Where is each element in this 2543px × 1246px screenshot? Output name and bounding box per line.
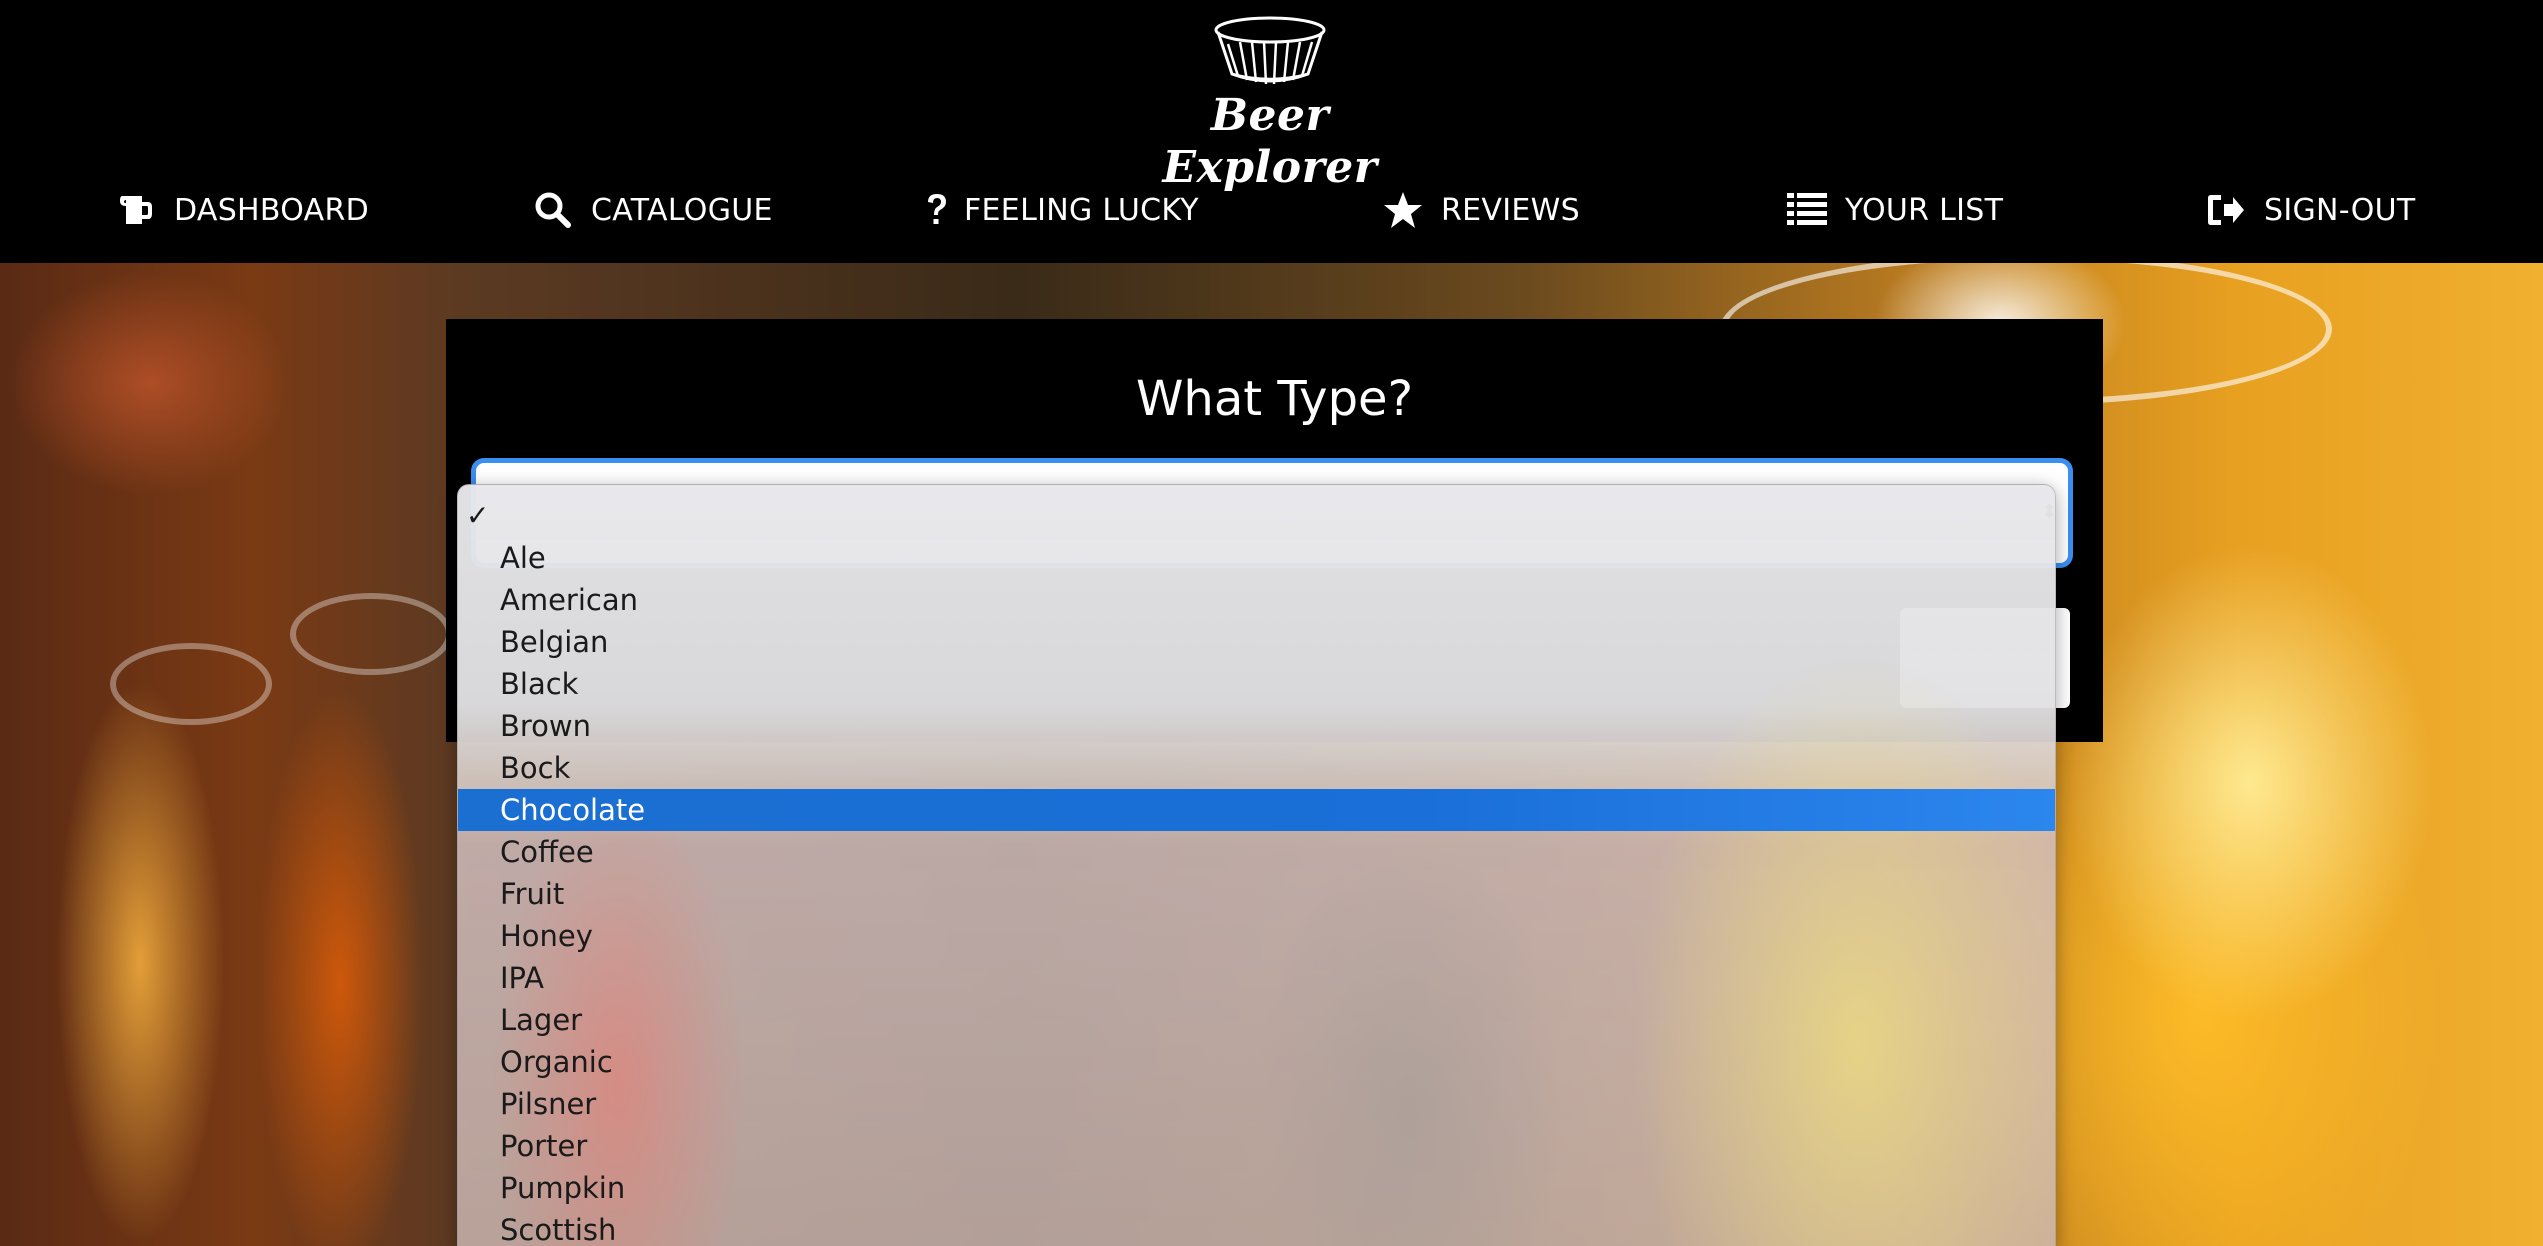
option-chocolate[interactable]: Chocolate (458, 789, 2055, 831)
brand-logo[interactable]: Beer Explorer (1120, 14, 1420, 193)
option-coffee[interactable]: Coffee (458, 831, 2055, 873)
nav-dashboard[interactable]: DASHBOARD (116, 180, 369, 240)
main-nav: DASHBOARD CATALOGUE FEELING LUCKY REVIEW… (0, 180, 2543, 240)
nav-label-catalogue: CATALOGUE (591, 192, 773, 228)
panel-title: What Type? (1135, 371, 1414, 427)
nav-sign-out[interactable]: SIGN-OUT (2206, 180, 2416, 240)
nav-label-sign-out: SIGN-OUT (2264, 192, 2416, 228)
option-label: Lager (500, 1003, 583, 1037)
option-bock[interactable]: Bock (458, 747, 2055, 789)
top-header: Beer Explorer DASHBOARD CATALOGUE FEELIN… (0, 0, 2543, 263)
beer-type-dropdown-list: ✓ Ale American Belgian Black Brown Bock … (457, 484, 2056, 1246)
option-belgian[interactable]: Belgian (458, 621, 2055, 663)
brand-name: Beer Explorer (1162, 90, 1378, 193)
option-label: Organic (500, 1045, 613, 1079)
option-label: Honey (500, 919, 593, 953)
option-scottish[interactable]: Scottish (458, 1209, 2055, 1246)
option-label: Ale (500, 541, 546, 575)
option-organic[interactable]: Organic (458, 1041, 2055, 1083)
checkmark-icon: ✓ (466, 499, 490, 532)
option-label: Pilsner (500, 1087, 597, 1121)
option-label: Pumpkin (500, 1171, 626, 1205)
list-icon (1787, 190, 1827, 230)
option-label: Brown (500, 709, 592, 743)
option-fruit[interactable]: Fruit (458, 873, 2055, 915)
option-lager[interactable]: Lager (458, 999, 2055, 1041)
option-label: Chocolate (500, 793, 646, 827)
option-label: Coffee (500, 835, 594, 869)
option-honey[interactable]: Honey (458, 915, 2055, 957)
nav-reviews[interactable]: REVIEWS (1383, 180, 1580, 240)
option-pumpkin[interactable]: Pumpkin (458, 1167, 2055, 1209)
star-icon (1383, 190, 1423, 230)
question-icon (922, 190, 952, 230)
option-ipa[interactable]: IPA (458, 957, 2055, 999)
beer-mug-icon (116, 190, 156, 230)
option-porter[interactable]: Porter (458, 1125, 2055, 1167)
option-empty[interactable]: ✓ (458, 495, 2055, 537)
nav-catalogue[interactable]: CATALOGUE (533, 180, 773, 240)
option-label: Scottish (500, 1213, 617, 1246)
option-label: Belgian (500, 625, 609, 659)
search-icon (533, 190, 573, 230)
option-black[interactable]: Black (458, 663, 2055, 705)
nav-label-your-list: YOUR LIST (1845, 192, 2004, 228)
option-label: American (500, 583, 639, 617)
option-pilsner[interactable]: Pilsner (458, 1083, 2055, 1125)
nav-your-list[interactable]: YOUR LIST (1787, 180, 2003, 240)
nav-label-reviews: REVIEWS (1441, 192, 1580, 228)
mug-rim-decoration (110, 643, 272, 725)
option-american[interactable]: American (458, 579, 2055, 621)
sign-out-icon (2206, 190, 2246, 230)
nav-label-dashboard: DASHBOARD (174, 192, 370, 228)
option-label: Porter (500, 1129, 588, 1163)
option-brown[interactable]: Brown (458, 705, 2055, 747)
bottle-cap-icon (1214, 16, 1326, 85)
option-label: Fruit (500, 877, 565, 911)
mug-rim-decoration (290, 593, 452, 675)
option-label: IPA (500, 961, 545, 995)
option-label: Black (500, 667, 579, 701)
option-label: Bock (500, 751, 571, 785)
option-ale[interactable]: Ale (458, 537, 2055, 579)
nav-label-feeling-lucky: FEELING LUCKY (964, 192, 1199, 228)
nav-feeling-lucky[interactable]: FEELING LUCKY (922, 180, 1199, 240)
